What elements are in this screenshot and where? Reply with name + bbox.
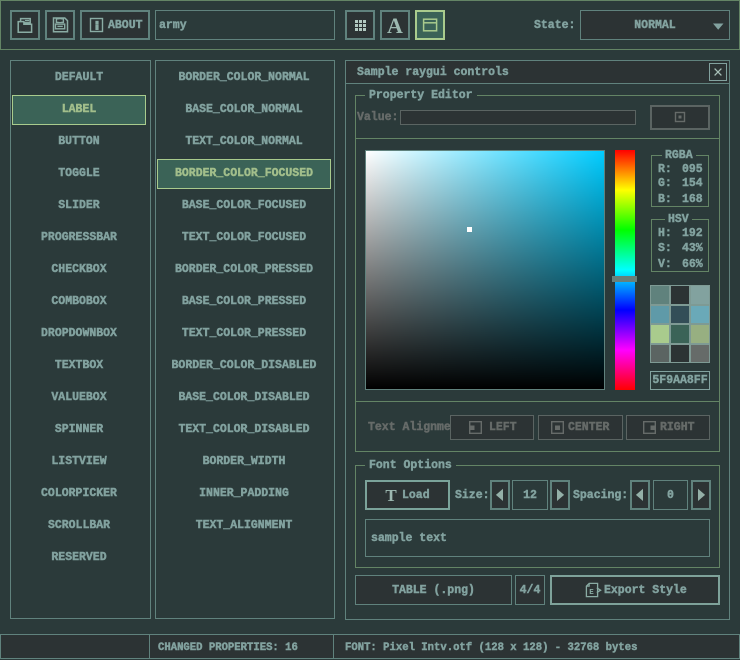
svg-text:E: E — [589, 589, 594, 597]
